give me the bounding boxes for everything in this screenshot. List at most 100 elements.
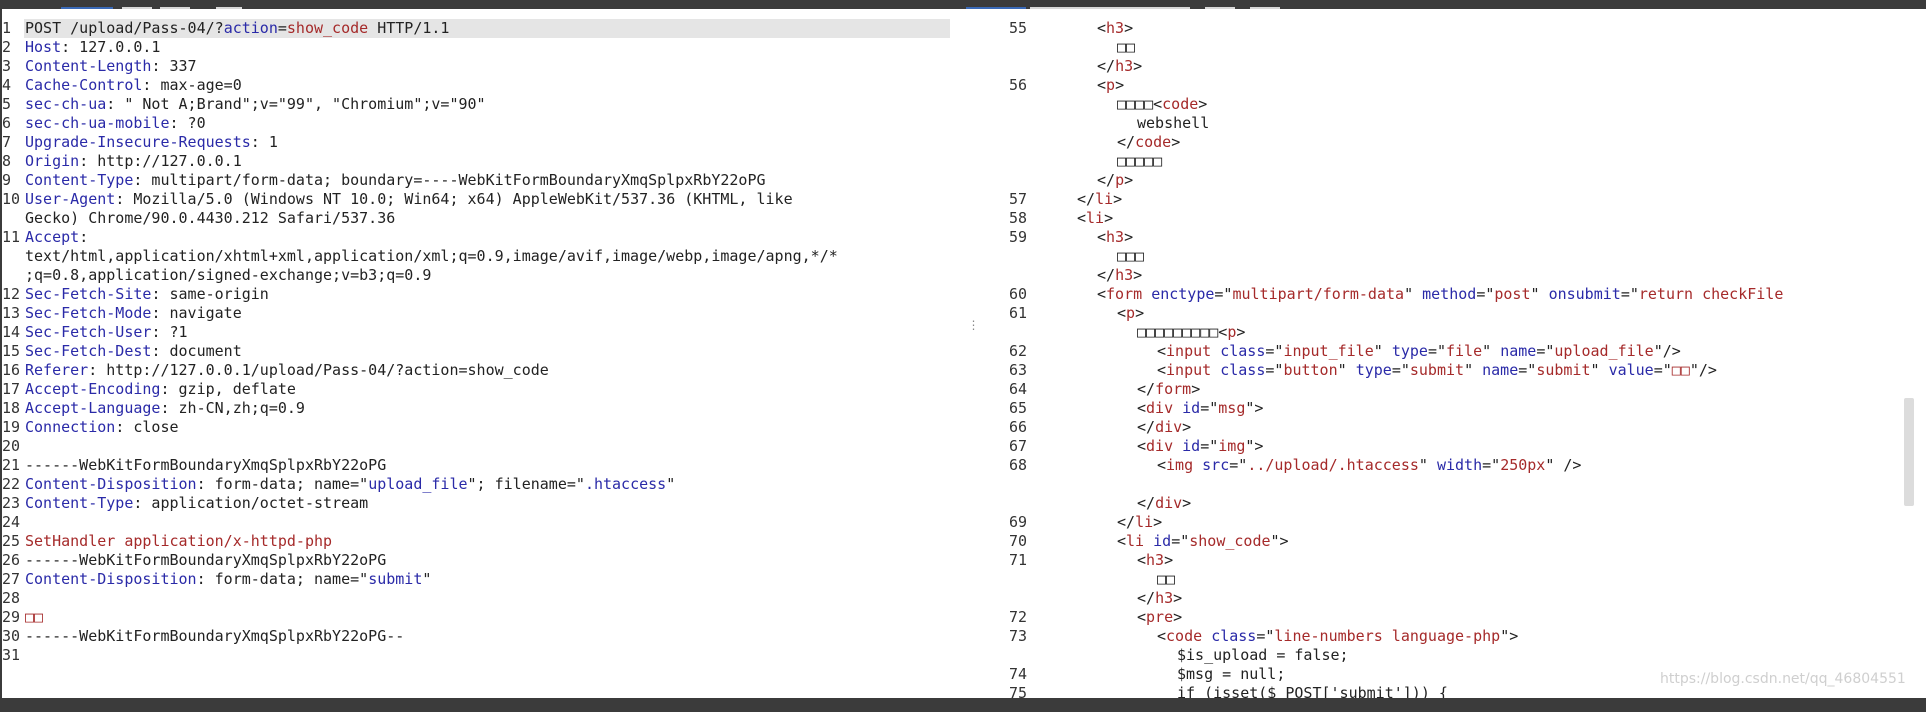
request-line[interactable]: 12 Sec-Fetch-Site: same-origin [2, 285, 950, 304]
code-token: div [1155, 418, 1183, 436]
request-line[interactable]: 5 sec-ch-ua: " Not A;Brand";v="99", "Chro… [2, 95, 950, 114]
response-line[interactable]: 59 <h3> [997, 228, 1926, 247]
response-line[interactable]: □□□□□ [997, 152, 1926, 171]
line-number: 65 [1008, 399, 1027, 417]
request-line[interactable]: Gecko) Chrome/90.0.4430.212 Safari/537.3… [2, 209, 950, 228]
response-viewer[interactable]: 55 <h3> □□ </h3> 56 <p> □□□□<code> webshell </co… [997, 9, 1926, 698]
code-token: □□ [1157, 570, 1176, 588]
code-token: : Mozilla/5.0 (Windows NT 10.0; Win64; x… [115, 190, 793, 208]
request-line[interactable]: 19 Connection: close [2, 418, 950, 437]
response-line[interactable]: □□ [997, 570, 1926, 589]
request-line[interactable]: 17 Accept-Encoding: gzip, deflate [2, 380, 950, 399]
request-line[interactable]: 29 □□ [2, 608, 950, 627]
request-line[interactable]: 26 ------WebKitFormBoundaryXmqSplpxRbY22o… [2, 551, 950, 570]
response-line[interactable]: 68 <img src="../upload/.htaccess" width="… [997, 456, 1926, 475]
response-line[interactable]: 69 </li> [997, 513, 1926, 532]
response-line[interactable]: 66 </div> [997, 418, 1926, 437]
request-line[interactable]: 16 Referer: http://127.0.0.1/upload/Pass-… [2, 361, 950, 380]
request-line[interactable]: 13 Sec-Fetch-Mode: navigate [2, 304, 950, 323]
request-line[interactable]: 9 Content-Type: multipart/form-data; boun… [2, 171, 950, 190]
response-line[interactable]: 60 <form enctype="multipart/form-data" me… [997, 285, 1926, 304]
code-token: p [1227, 323, 1237, 341]
response-line[interactable]: 73 <code class="line-numbers language-php… [997, 627, 1926, 646]
response-code-text: <h3> [1097, 228, 1133, 247]
response-line[interactable]: </h3> [997, 589, 1926, 608]
response-line[interactable] [997, 475, 1926, 494]
request-line[interactable]: 10 User-Agent: Mozilla/5.0 (Windows NT 10… [2, 190, 950, 209]
response-line[interactable]: 57 </li> [997, 190, 1926, 209]
request-line[interactable]: 8 Origin: http://127.0.0.1 [2, 152, 950, 171]
request-editor[interactable]: 1 POST /upload/Pass-04/?action=show_code … [2, 9, 950, 698]
request-line[interactable]: 27 Content-Disposition: form-data; name="… [2, 570, 950, 589]
response-line[interactable]: 55 <h3> [997, 19, 1926, 38]
request-line[interactable]: 7 Upgrade-Insecure-Requests: 1 [2, 133, 950, 152]
code-token: User-Agent [25, 190, 116, 208]
response-line[interactable]: 62 <input class="input_file" type="file" … [997, 342, 1926, 361]
response-line[interactable]: 64 </form> [997, 380, 1926, 399]
code-token: > [1164, 551, 1174, 569]
request-code-text: Accept-Language: zh-CN,zh;q=0.9 [25, 399, 305, 418]
request-line[interactable]: 4 Cache-Control: max-age=0 [2, 76, 950, 95]
response-code-text: webshell [1137, 114, 1209, 133]
request-line[interactable]: 30 ------WebKitFormBoundaryXmqSplpxRbY22o… [2, 627, 950, 646]
code-token: : same-origin [151, 285, 269, 303]
request-line[interactable]: text/html,application/xhtml+xml,applicat… [2, 247, 950, 266]
request-line[interactable]: 24 [2, 513, 950, 532]
request-line[interactable]: 28 [2, 589, 950, 608]
request-line[interactable]: 2 Host: 127.0.0.1 [2, 38, 950, 57]
response-code-text: </form> [1137, 380, 1200, 399]
response-line[interactable]: 58 <li> [997, 209, 1926, 228]
response-line[interactable]: □□□□□□□□□<p> [997, 323, 1926, 342]
request-line[interactable]: 18 Accept-Language: zh-CN,zh;q=0.9 [2, 399, 950, 418]
pane-divider[interactable]: ⋮ [950, 9, 997, 698]
response-line[interactable]: 65 <div id="msg"> [997, 399, 1926, 418]
response-line[interactable]: 72 <pre> [997, 608, 1926, 627]
code-token: width [1436, 456, 1483, 474]
code-token: □□ [1117, 38, 1136, 56]
line-number: 58 [1008, 209, 1027, 227]
response-line[interactable]: $is_upload = false; [997, 646, 1926, 665]
code-token: > [1124, 171, 1134, 189]
response-line[interactable]: 70 <li id="show_code"> [997, 532, 1926, 551]
response-line[interactable]: webshell [997, 114, 1926, 133]
response-line[interactable]: </div> [997, 494, 1926, 513]
request-line[interactable]: 14 Sec-Fetch-User: ?1 [2, 323, 950, 342]
code-token: POST /upload/Pass-04/? [25, 19, 224, 37]
request-line[interactable]: 3 Content-Length: 337 [2, 57, 950, 76]
response-line[interactable]: </p> [997, 171, 1926, 190]
request-line[interactable]: 15 Sec-Fetch-Dest: document [2, 342, 950, 361]
request-line[interactable]: 23 Content-Type: application/octet-stream [2, 494, 950, 513]
request-line[interactable]: 31 [2, 646, 950, 665]
response-line[interactable]: 67 <div id="img"> [997, 437, 1926, 456]
request-code-text: ------WebKitFormBoundaryXmqSplpxRbY22oPG [25, 456, 386, 475]
line-number: 7 [2, 133, 12, 151]
request-line[interactable]: 1 POST /upload/Pass-04/?action=show_code … [2, 19, 950, 38]
request-line[interactable]: 25 SetHandler application/x-httpd-php [2, 532, 950, 551]
code-token: =" [1427, 342, 1446, 360]
request-line[interactable]: 20 [2, 437, 950, 456]
response-line[interactable]: □□□□<code> [997, 95, 1926, 114]
request-code-text: Sec-Fetch-Dest: document [25, 342, 242, 361]
response-line[interactable]: 61 <p> [997, 304, 1926, 323]
response-scrollbar[interactable] [1904, 398, 1914, 506]
response-line[interactable]: □□□ [997, 247, 1926, 266]
request-line[interactable]: 22 Content-Disposition: form-data; name="… [2, 475, 950, 494]
request-line[interactable]: 21 ------WebKitFormBoundaryXmqSplpxRbY22o… [2, 456, 950, 475]
code-token: code [1162, 95, 1199, 113]
response-line[interactable]: 63 <input class="button" type="submit" na… [997, 361, 1926, 380]
response-line[interactable]: 56 <p> [997, 76, 1926, 95]
code-token: post [1494, 285, 1531, 303]
request-line[interactable]: 11 Accept: [2, 228, 950, 247]
divider-grip-icon[interactable]: ⋮ [950, 319, 997, 331]
code-token: : form-data; name=" [196, 475, 369, 493]
response-line[interactable]: </h3> [997, 266, 1926, 285]
request-code-text: Accept: [25, 228, 88, 247]
line-number: 20 [2, 437, 21, 455]
request-line[interactable]: 6 sec-ch-ua-mobile: ?0 [2, 114, 950, 133]
response-line[interactable]: 71 <h3> [997, 551, 1926, 570]
request-line[interactable]: ;q=0.8,application/signed-exchange;v=b3;… [2, 266, 950, 285]
response-line[interactable]: □□ [997, 38, 1926, 57]
response-line[interactable]: </h3> [997, 57, 1926, 76]
response-line[interactable]: </code> [997, 133, 1926, 152]
